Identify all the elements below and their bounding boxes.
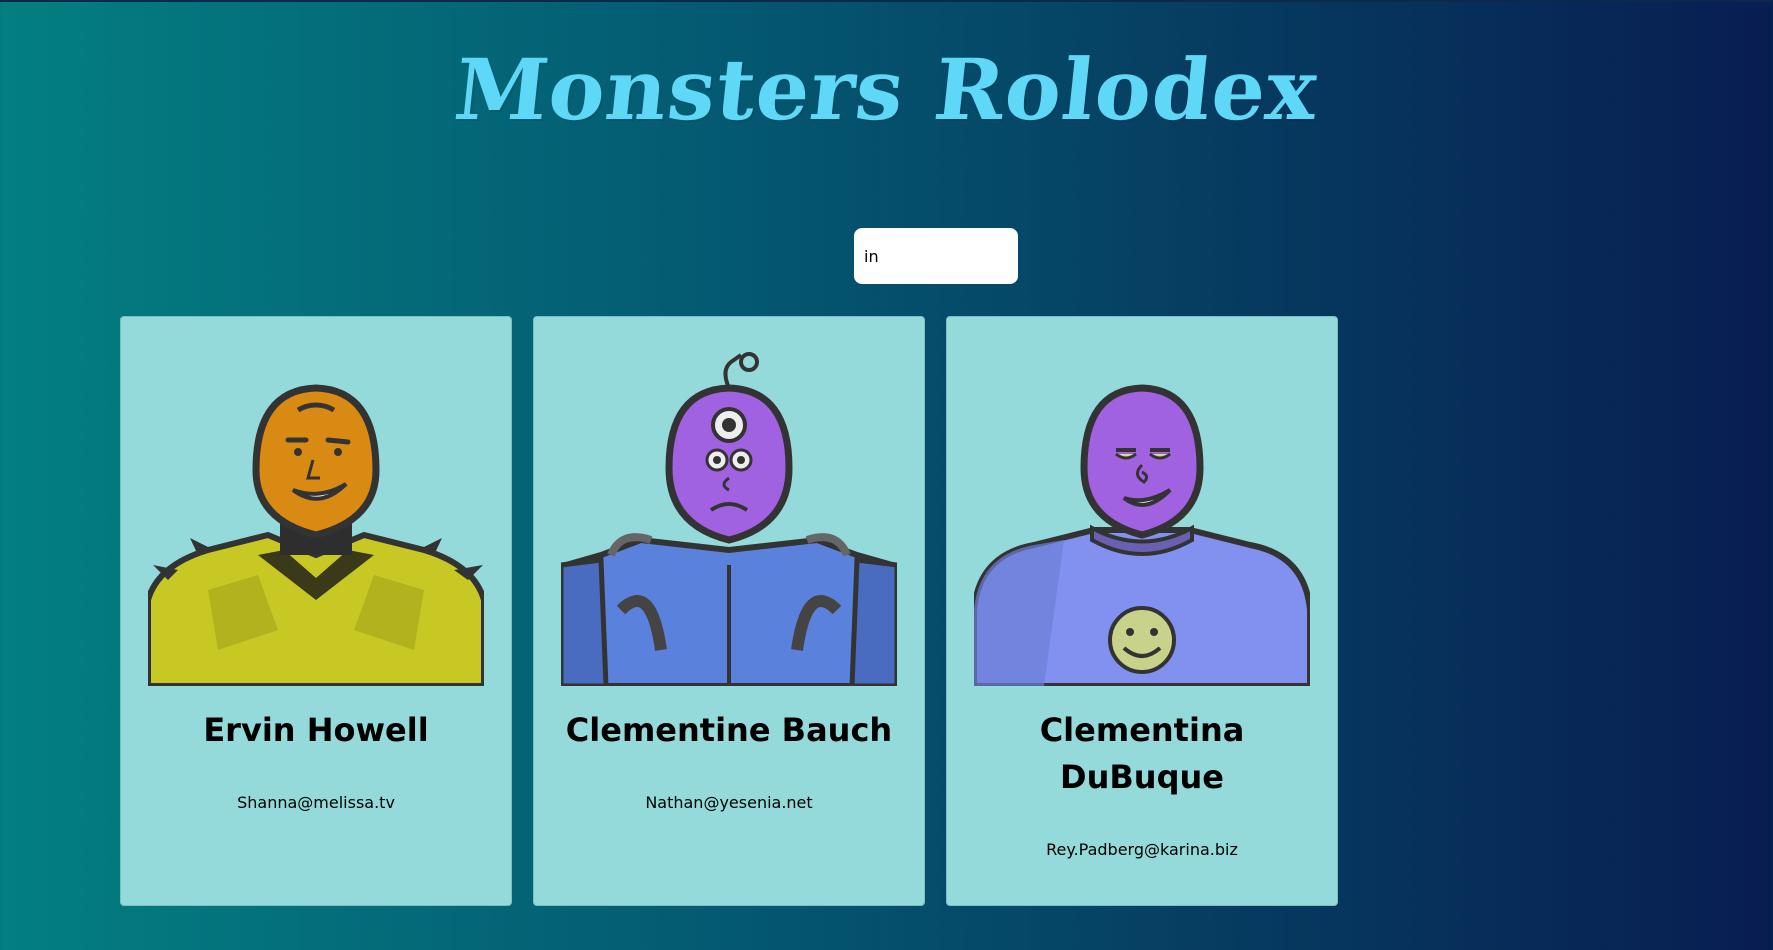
monster-name: Clementina DuBuque [1039,711,1245,796]
spiky-monster-icon [148,384,484,686]
monster-name: Clementine Bauch [565,711,893,749]
app-title: Monsters Rolodex [450,40,1323,139]
monster-avatar [561,350,897,686]
smiley-shirt-monster-icon [974,384,1310,686]
monster-card[interactable]: Ervin Howell Shanna@melissa.tv [120,316,512,906]
card-list: Ervin Howell Shanna@melissa.tv Clementin… [120,316,1338,906]
monster-email: Rey.Padberg@karina.biz [1046,840,1238,859]
monster-email: Shanna@melissa.tv [237,793,395,812]
window-top-border [0,0,1773,2]
monster-card[interactable]: Clementina DuBuque Rey.Padberg@karina.bi… [946,316,1338,906]
search-input[interactable] [854,228,1018,284]
cyclops-robot-monster-icon [561,352,897,686]
monster-email: Nathan@yesenia.net [645,793,813,812]
monster-avatar [148,350,484,686]
monster-card[interactable]: Clementine Bauch Nathan@yesenia.net [533,316,925,906]
monster-name: Ervin Howell [203,711,429,749]
monster-avatar [974,350,1310,686]
